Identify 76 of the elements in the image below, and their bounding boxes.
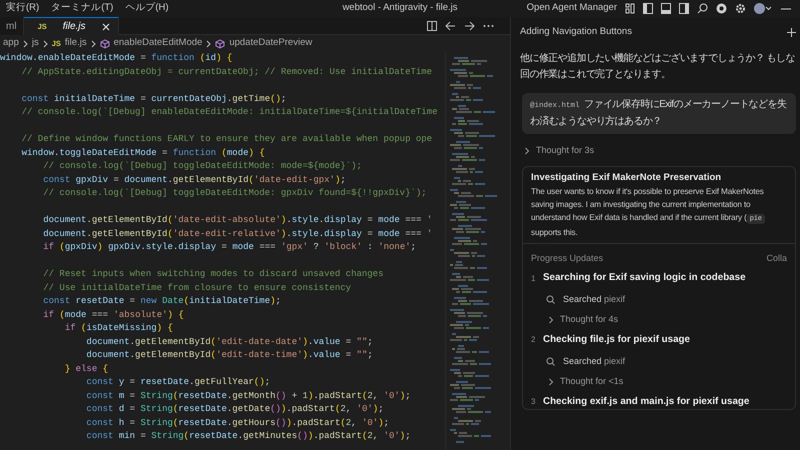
- step-title: Checking file.js for piexif usage: [543, 332, 690, 347]
- breadcrumb-item[interactable]: enableDateEditMode: [114, 36, 202, 51]
- step-number: 2: [531, 334, 536, 346]
- plus-icon[interactable]: [787, 28, 796, 36]
- menu-item[interactable]: 実行(R): [0, 1, 46, 16]
- layout-icon[interactable]: [625, 3, 635, 14]
- code-line: document.getElementById('edit-date-date').value = "";: [85, 336, 374, 348]
- step-number: 3: [531, 396, 536, 408]
- code-line: // Define window functions EARLY to ensure they are available when popup ope: [20, 133, 434, 146]
- close-icon[interactable]: [102, 22, 110, 30]
- arrow-right-icon[interactable]: [464, 20, 475, 30]
- breadcrumb-item[interactable]: app: [3, 36, 19, 51]
- avatar-icon[interactable]: [754, 3, 772, 14]
- agent-manager-link[interactable]: Open Agent Manager: [526, 1, 617, 16]
- search-icon[interactable]: [697, 3, 708, 14]
- editor-tab[interactable]: ml: [0, 17, 24, 35]
- arrow-left-icon[interactable]: [445, 20, 456, 30]
- code-line: } else {: [64, 362, 110, 376]
- code-line: document.getElementById('date-edit-absolute').style.display = mode === ': [42, 214, 434, 227]
- chevron-right-icon: [524, 146, 530, 155]
- code-line: // Use initialDateTime from closure to ensure consistency: [42, 282, 352, 294]
- cube-icon: [215, 38, 226, 48]
- settings-icon[interactable]: [735, 3, 746, 14]
- chevron-right-icon: [42, 40, 48, 48]
- menu-item[interactable]: ヘルプ(H): [119, 1, 175, 16]
- menu-item[interactable]: ターミナル(T): [45, 1, 120, 16]
- breadcrumb-item[interactable]: updateDatePreview: [229, 36, 312, 51]
- chevron-right-icon: [90, 40, 96, 48]
- breadcrumb-item[interactable]: js: [32, 36, 39, 51]
- panel-bottom-icon[interactable]: [661, 3, 671, 14]
- code-line: // console.log(`[Debug] toggleDateEditMode: mode=${mode}`);: [42, 160, 363, 173]
- code-line: // console.log(`[Debug] toggleDateEditMode: gpxDiv found=${!!gpxDiv}`);: [42, 187, 428, 200]
- sidebar-right-icon[interactable]: [679, 3, 689, 14]
- chevron-right-icon: [206, 40, 212, 48]
- code-line: const h = String(resetDate.getHours()).padStart(2, '0');: [85, 416, 390, 430]
- shield-icon[interactable]: [716, 3, 727, 14]
- code-line: const m = String(resetDate.getMonth() + 1).padStart(2, '0');: [85, 390, 412, 402]
- code-line: const initialDateTime = currentDateObj.getTime();: [20, 92, 288, 106]
- breadcrumb-item[interactable]: file.js: [64, 36, 87, 51]
- search-activity: Searched piexif: [563, 292, 626, 306]
- code-line: const resetDate = new Date(initialDateTime);: [42, 295, 282, 308]
- assistant-message: 他に修正や追加したい機能などはございますでしょうか？ もしな回の作業はこれで完了となります。: [520, 52, 796, 82]
- step-title: Searching for Exif saving logic in codebase: [543, 271, 746, 286]
- code-line: if (gpxDiv) gpxDiv.style.display = mode === 'gpx' ? 'block' : 'none';: [42, 241, 418, 254]
- collapse-link[interactable]: Colla: [766, 252, 787, 266]
- task-title: Investigating Exif MakerNote Preservation: [531, 170, 722, 184]
- split-editor-icon[interactable]: [427, 20, 437, 30]
- step-title: Checking exif.js and main.js for piexif usage: [543, 394, 750, 409]
- code-line: // AppState.editingDateObj = currentDateObj; // Removed: Use initialDateTime: [20, 66, 434, 78]
- code-line: window.enableDateEditMode = function (id) {: [0, 52, 234, 65]
- cube-icon: [100, 38, 110, 48]
- sidebar-left-icon[interactable]: [643, 3, 653, 14]
- code-line: document.getElementById('date-edit-relative').style.display = mode === ': [42, 228, 434, 240]
- code-line: const min = String(resetDate.getMinutes()).padStart(2, '0');: [85, 430, 412, 443]
- code-line: window.toggleDateEditMode = function (mode) {: [20, 146, 266, 160]
- code-line: document.getElementById('edit-date-time').value = "";: [85, 349, 374, 362]
- window-title: webtool - Antigravity - file.js: [342, 2, 458, 14]
- code-line: if (mode === 'absolute') {: [42, 308, 185, 322]
- search-activity: Searched piexif: [563, 354, 626, 368]
- thought-toggle[interactable]: Thought for 4s: [548, 313, 618, 327]
- search-icon: [546, 356, 555, 366]
- code-line: const gpxDiv = document.getElementById('date-edit-gpx');: [42, 174, 347, 186]
- progress-heading: Progress Updates: [531, 252, 604, 265]
- thought-toggle[interactable]: Thought for 3s: [524, 144, 594, 158]
- code-line: // Reset inputs when switching modes to discard unsaved changes: [42, 268, 384, 281]
- panel-title: Adding Navigation Buttons: [520, 24, 632, 39]
- search-icon: [546, 295, 555, 304]
- code-line: const y = resetDate.getFullYear();: [85, 376, 272, 389]
- step-number: 1: [531, 272, 536, 285]
- code-line: // console.log(`[Debug] enableDateEditMode: initialDateTime=${initialDateTime: [20, 106, 438, 119]
- chevron-right-icon: [548, 378, 554, 386]
- chevron-right-icon: [22, 40, 28, 48]
- code-line: const d = String(resetDate.getDate()).padStart(2, '0');: [85, 403, 385, 416]
- chevron-right-icon: [548, 316, 554, 324]
- code-line: if (isDateMissing) {: [64, 322, 174, 335]
- thought-toggle[interactable]: Thought for <1s: [548, 375, 624, 389]
